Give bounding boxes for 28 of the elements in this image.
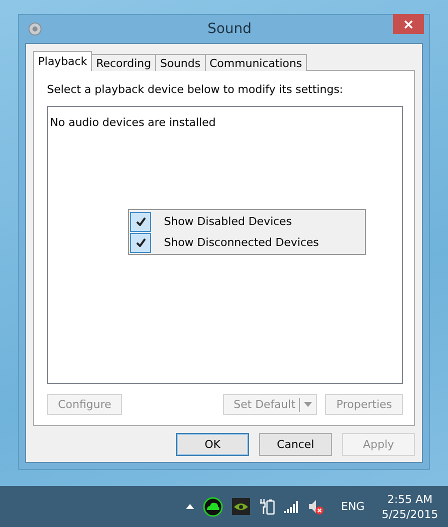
instruction-text: Select a playback device below to modify its settings: xyxy=(47,83,344,96)
close-icon xyxy=(404,20,413,28)
tab[interactable]: Playback xyxy=(33,51,92,71)
dialog-button[interactable]: OK xyxy=(176,433,249,456)
clock-date: 5/25/2015 xyxy=(382,506,438,522)
battery-plug-icon[interactable] xyxy=(259,498,275,515)
dialog-button[interactable]: Cancel xyxy=(259,433,332,456)
cloud-icon[interactable] xyxy=(203,496,223,516)
empty-message: No audio devices are installed xyxy=(50,115,217,129)
menu-item[interactable]: Show Disconnected Devices xyxy=(130,232,364,253)
tab[interactable]: Sounds xyxy=(155,54,206,71)
speaker-icon xyxy=(28,22,42,36)
signal-icon[interactable] xyxy=(284,500,299,512)
tray-arrow-icon[interactable] xyxy=(186,504,194,509)
caret-icon xyxy=(304,402,312,407)
tab[interactable]: Communications xyxy=(204,54,307,71)
tab[interactable]: Recording xyxy=(91,54,156,71)
eye-logo-icon[interactable] xyxy=(232,498,250,515)
language-indicator[interactable]: ENG xyxy=(341,500,365,513)
close-button[interactable] xyxy=(393,14,424,34)
menu-item[interactable]: Show Disabled Devices xyxy=(130,211,364,232)
window-title: Sound xyxy=(206,21,253,37)
check-icon xyxy=(136,217,146,226)
muted-speaker-icon[interactable] xyxy=(308,498,324,514)
check-icon xyxy=(136,238,146,247)
clock[interactable]: 2:55 AM 5/25/2015 xyxy=(382,492,438,522)
device-list[interactable]: No audio devices are installed Show Disabled Devices Show Disconnected Devices xyxy=(47,106,403,384)
clock-time: 2:55 AM xyxy=(387,492,433,506)
